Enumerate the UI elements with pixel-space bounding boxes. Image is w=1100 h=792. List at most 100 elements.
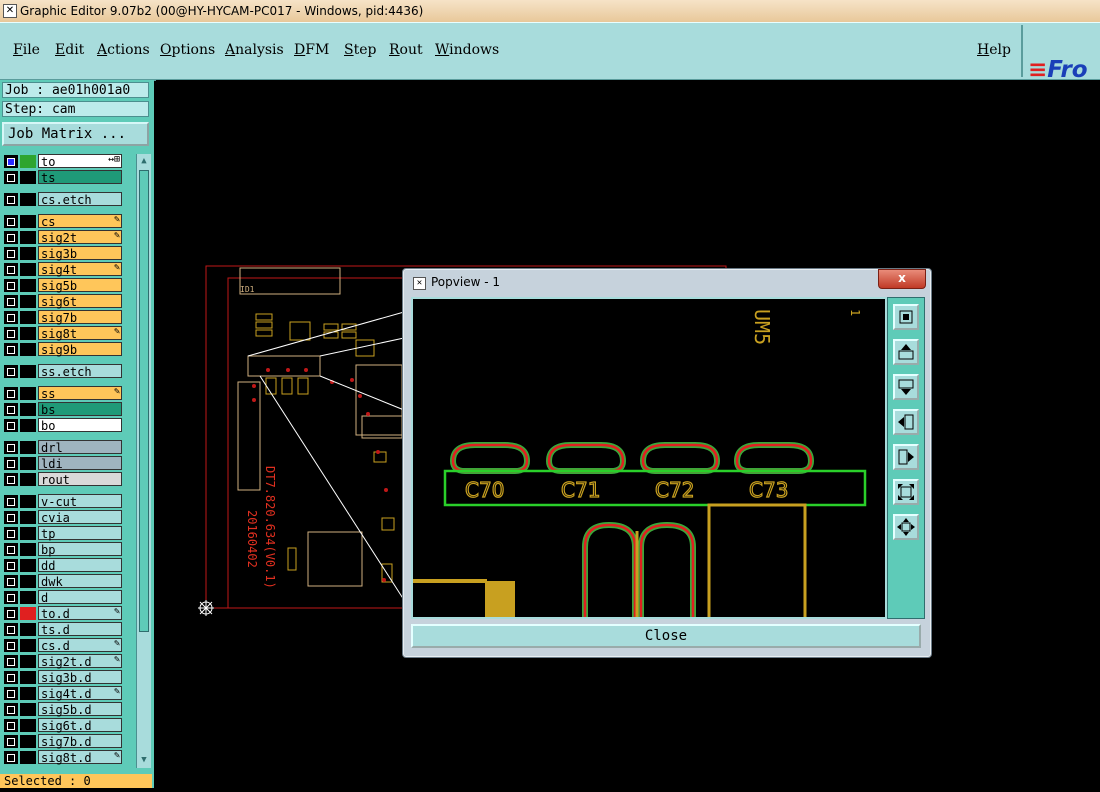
layer-color-swatch[interactable] xyxy=(20,231,36,244)
layer-checkbox[interactable] xyxy=(4,527,18,540)
layer-row[interactable]: rout xyxy=(2,472,124,487)
layer-row[interactable]: ss.etch xyxy=(2,364,124,379)
layer-row[interactable]: cs.d ✎ xyxy=(2,638,124,653)
layer-color-swatch[interactable] xyxy=(20,623,36,636)
popview-canvas[interactable]: UM5 1 C70 C71 C72 C73 xyxy=(411,297,887,619)
zoom-out-icon[interactable] xyxy=(893,514,919,540)
layer-name[interactable]: cs.d xyxy=(38,638,122,653)
layer-name[interactable]: bp xyxy=(38,542,122,557)
zoom-fit-icon[interactable] xyxy=(893,304,919,330)
layer-color-swatch[interactable] xyxy=(20,247,36,260)
layer-row[interactable]: sig5b.d xyxy=(2,702,124,717)
layer-name[interactable]: sig3b.d xyxy=(38,670,122,685)
layer-color-swatch[interactable] xyxy=(20,703,36,716)
layer-color-swatch[interactable] xyxy=(20,671,36,684)
layer-color-swatch[interactable] xyxy=(20,719,36,732)
layer-checkbox[interactable] xyxy=(4,193,18,206)
layer-checkbox[interactable] xyxy=(4,687,18,700)
layer-row[interactable]: ldi xyxy=(2,456,124,471)
zoom-in-icon[interactable] xyxy=(893,479,919,505)
layer-row[interactable]: v-cut xyxy=(2,494,124,509)
layer-checkbox[interactable] xyxy=(4,247,18,260)
pan-left-icon[interactable] xyxy=(893,409,919,435)
layer-checkbox[interactable] xyxy=(4,511,18,524)
layer-color-swatch[interactable] xyxy=(20,155,36,168)
scroll-up-icon[interactable]: ▲ xyxy=(138,155,150,167)
layer-color-swatch[interactable] xyxy=(20,387,36,400)
layer-checkbox[interactable] xyxy=(4,311,18,324)
layer-name[interactable]: bs xyxy=(38,402,122,417)
layer-row[interactable]: sig6t.d xyxy=(2,718,124,733)
layer-row[interactable]: ss ✎ xyxy=(2,386,124,401)
layer-checkbox[interactable] xyxy=(4,751,18,764)
layer-row[interactable]: d xyxy=(2,590,124,605)
layer-checkbox[interactable] xyxy=(4,419,18,432)
layer-color-swatch[interactable] xyxy=(20,591,36,604)
layer-name[interactable]: drl xyxy=(38,440,122,455)
layer-scrollbar[interactable]: ▲ ▼ xyxy=(136,154,151,768)
menu-options[interactable]: Options xyxy=(160,42,215,58)
menu-dfm[interactable]: DFM xyxy=(294,42,329,58)
menu-file[interactable]: File xyxy=(13,42,40,58)
layer-row[interactable]: cs ✎ xyxy=(2,214,124,229)
layer-color-swatch[interactable] xyxy=(20,511,36,524)
layer-color-swatch[interactable] xyxy=(20,215,36,228)
layer-name[interactable]: cs xyxy=(38,214,122,229)
layer-color-swatch[interactable] xyxy=(20,575,36,588)
layer-checkbox[interactable] xyxy=(4,719,18,732)
layer-row[interactable]: cvia xyxy=(2,510,124,525)
layer-name[interactable]: sig4t xyxy=(38,262,122,277)
layer-checkbox[interactable] xyxy=(4,387,18,400)
layer-name[interactable]: sig5b.d xyxy=(38,702,122,717)
layer-row[interactable]: bo xyxy=(2,418,124,433)
layer-checkbox[interactable] xyxy=(4,231,18,244)
scroll-down-icon[interactable]: ▼ xyxy=(138,754,150,766)
layer-checkbox[interactable] xyxy=(4,155,18,168)
layer-row[interactable]: sig7b xyxy=(2,310,124,325)
layer-checkbox[interactable] xyxy=(4,575,18,588)
layer-name[interactable]: cvia xyxy=(38,510,122,525)
layer-checkbox[interactable] xyxy=(4,295,18,308)
layer-name[interactable]: cs.etch xyxy=(38,192,122,207)
layer-row[interactable]: sig4t ✎ xyxy=(2,262,124,277)
layer-name[interactable]: sig2t xyxy=(38,230,122,245)
layer-checkbox[interactable] xyxy=(4,263,18,276)
layer-row[interactable]: sig2t ✎ xyxy=(2,230,124,245)
layer-color-swatch[interactable] xyxy=(20,495,36,508)
layer-name[interactable]: sig6t xyxy=(38,294,122,309)
layer-checkbox[interactable] xyxy=(4,279,18,292)
layer-color-swatch[interactable] xyxy=(20,295,36,308)
layer-color-swatch[interactable] xyxy=(20,687,36,700)
layer-checkbox[interactable] xyxy=(4,639,18,652)
layer-name[interactable]: ts xyxy=(38,170,122,185)
layer-name[interactable]: ss xyxy=(38,386,122,401)
layer-row[interactable]: sig5b xyxy=(2,278,124,293)
layer-color-swatch[interactable] xyxy=(20,343,36,356)
layer-checkbox[interactable] xyxy=(4,403,18,416)
layer-row[interactable]: dwk xyxy=(2,574,124,589)
layer-color-swatch[interactable] xyxy=(20,441,36,454)
layer-color-swatch[interactable] xyxy=(20,403,36,416)
layer-name[interactable]: v-cut xyxy=(38,494,122,509)
layer-checkbox[interactable] xyxy=(4,559,18,572)
layer-name[interactable]: sig7b xyxy=(38,310,122,325)
close-icon[interactable]: x xyxy=(878,269,926,289)
layer-name[interactable]: sig8t.d xyxy=(38,750,122,765)
layer-row[interactable]: sig8t ✎ xyxy=(2,326,124,341)
layer-name[interactable]: ldi xyxy=(38,456,122,471)
layer-color-swatch[interactable] xyxy=(20,473,36,486)
layer-checkbox[interactable] xyxy=(4,215,18,228)
layer-row[interactable]: cs.etch xyxy=(2,192,124,207)
menu-analysis[interactable]: Analysis xyxy=(225,42,284,58)
layer-name[interactable]: ss.etch xyxy=(38,364,122,379)
layer-name[interactable]: sig4t.d xyxy=(38,686,122,701)
layer-color-swatch[interactable] xyxy=(20,311,36,324)
scroll-thumb[interactable] xyxy=(139,170,149,632)
layer-color-swatch[interactable] xyxy=(20,543,36,556)
layer-color-swatch[interactable] xyxy=(20,559,36,572)
layer-color-swatch[interactable] xyxy=(20,171,36,184)
layer-name[interactable]: sig8t xyxy=(38,326,122,341)
layer-checkbox[interactable] xyxy=(4,735,18,748)
layer-row[interactable]: sig9b xyxy=(2,342,124,357)
layer-checkbox[interactable] xyxy=(4,365,18,378)
